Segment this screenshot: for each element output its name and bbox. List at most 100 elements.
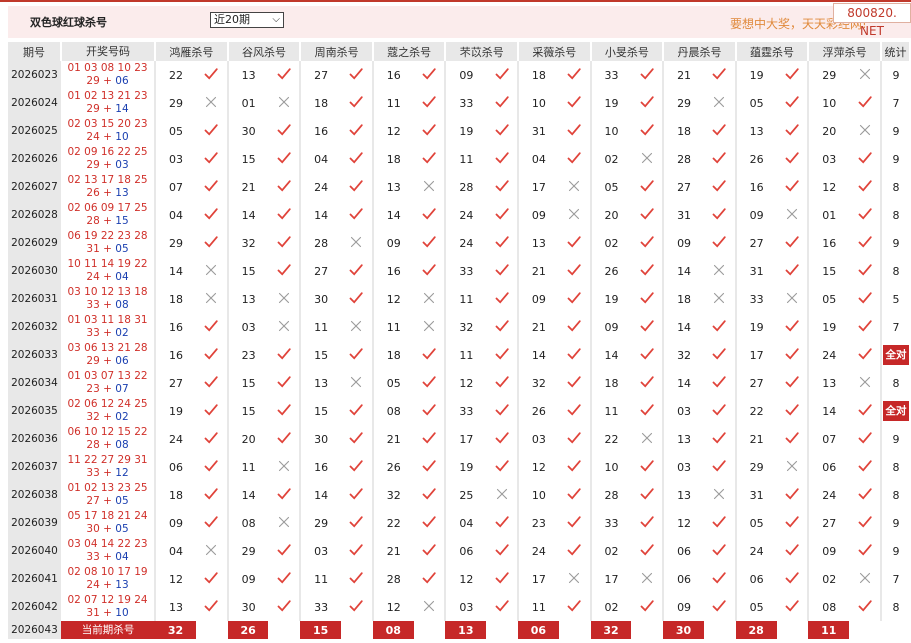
current-kill-number: 06 — [518, 621, 559, 639]
kill-pick-result — [631, 117, 663, 145]
check-icon — [640, 123, 654, 137]
check-icon — [495, 599, 509, 613]
kill-pick-result — [268, 509, 300, 537]
kill-pick-number: 13 — [517, 229, 559, 257]
kill-pick-result — [341, 425, 373, 453]
issue-number: 2026033 — [8, 341, 61, 369]
kill-pick-result — [268, 257, 300, 285]
kill-pick-number: 33 — [444, 89, 487, 117]
check-icon — [422, 207, 436, 221]
kill-pick-number: 27 — [807, 509, 850, 537]
kill-pick-result — [631, 341, 663, 369]
row-stat: 7 — [879, 313, 910, 341]
kill-pick-number: 13 — [734, 117, 777, 145]
kill-pick-number: 27 — [734, 229, 777, 257]
kill-pick-number: 31 — [734, 257, 777, 285]
kill-pick-number: 11 — [299, 313, 342, 341]
check-icon — [204, 515, 218, 529]
cross-icon — [712, 487, 726, 501]
kill-pick-result — [559, 341, 591, 369]
blue-ball: 06 — [115, 355, 129, 367]
kill-pick-number: 29 — [662, 89, 704, 117]
red-ball-last: 27 + — [86, 495, 116, 507]
row-stat: 8 — [879, 201, 910, 229]
period-select[interactable]: 近20期 ⌵ — [210, 12, 284, 28]
cross-icon — [640, 151, 654, 165]
kill-pick-number: 24 — [444, 201, 487, 229]
kill-pick-result — [341, 369, 373, 397]
red-ball-last: 24 + — [86, 131, 116, 143]
check-icon — [349, 263, 364, 277]
kill-pick-number: 09 — [444, 61, 487, 89]
current-kill-number: 08 — [372, 621, 414, 639]
kill-pick-result — [631, 425, 663, 453]
check-icon — [858, 487, 872, 501]
draw-numbers: 01 02 13 21 23 29 + 14 — [61, 89, 155, 117]
check-icon — [712, 151, 727, 165]
row-stat: 9 — [879, 145, 910, 173]
draw-numbers: 02 13 17 18 25 26 + 13 — [61, 173, 155, 201]
empty-cell — [849, 621, 881, 639]
draw-numbers: 03 10 12 13 18 33 + 08 — [61, 285, 155, 313]
kill-number-table: 期号 开奖号码 鸿雁杀号 谷风杀号 周南杀号 蔻之杀号 芣苡杀号 采薇杀号 小旻杀号 丹晨杀号 蕴霆… — [8, 42, 911, 639]
col-header-expert: 蔻之杀号 — [372, 42, 447, 61]
kill-pick-result — [777, 509, 809, 537]
table-row: 2026025 02 03 15 20 23 24 + 10 05 30 16 12 19 31… — [8, 117, 910, 145]
cross-icon — [277, 319, 291, 333]
kill-pick-result — [486, 117, 518, 145]
kill-pick-number: 24 — [299, 173, 342, 201]
kill-pick-result — [268, 173, 300, 201]
kill-pick-number: 19 — [734, 313, 777, 341]
kill-pick-number: 12 — [517, 453, 559, 481]
kill-pick-result — [414, 89, 446, 117]
check-icon — [277, 487, 291, 501]
check-icon — [785, 123, 799, 137]
kill-pick-result — [849, 593, 881, 621]
kill-pick-number: 24 — [154, 425, 196, 453]
red-ball-last: 24 + — [86, 271, 116, 283]
kill-pick-number: 18 — [662, 285, 704, 313]
kill-pick-number: 10 — [589, 117, 632, 145]
kill-pick-number: 17 — [517, 565, 559, 593]
cross-icon — [277, 291, 291, 305]
kill-pick-result — [196, 173, 228, 201]
kill-pick-result — [486, 565, 518, 593]
draw-numbers: 06 19 22 23 28 31 + 05 — [61, 229, 155, 257]
kill-pick-result — [777, 145, 809, 173]
kill-pick-number: 28 — [589, 481, 632, 509]
kill-pick-number: 24 — [517, 537, 559, 565]
kill-pick-number: 01 — [226, 89, 269, 117]
check-icon — [567, 151, 581, 165]
kill-pick-number: 13 — [807, 369, 850, 397]
kill-pick-result — [704, 397, 736, 425]
draw-numbers: 02 09 16 22 25 29 + 03 — [61, 145, 155, 173]
kill-pick-result — [486, 593, 518, 621]
check-icon — [495, 347, 509, 361]
kill-pick-number: 26 — [517, 397, 559, 425]
kill-pick-number: 29 — [734, 453, 777, 481]
cross-icon — [277, 515, 291, 529]
kill-pick-result — [268, 397, 300, 425]
kill-pick-number: 33 — [444, 397, 487, 425]
kill-pick-result — [849, 369, 881, 397]
kill-pick-number: 14 — [517, 341, 559, 369]
draw-line-2: 31 + 05 — [61, 243, 154, 256]
current-kill-number: 15 — [300, 621, 342, 639]
kill-pick-result — [704, 173, 736, 201]
kill-pick-result — [777, 425, 809, 453]
kill-pick-result — [559, 397, 591, 425]
check-icon — [349, 459, 364, 473]
kill-pick-result — [196, 593, 228, 621]
kill-pick-result — [559, 509, 591, 537]
draw-line-2: 31 + 10 — [61, 607, 154, 620]
check-icon — [349, 571, 364, 585]
kill-pick-number: 05 — [371, 369, 414, 397]
kill-pick-number: 08 — [807, 593, 850, 621]
kill-pick-result — [268, 369, 300, 397]
check-icon — [349, 543, 364, 557]
blue-ball: 05 — [115, 523, 129, 535]
check-icon — [422, 571, 436, 585]
draw-numbers: 02 03 15 20 23 24 + 10 — [61, 117, 155, 145]
kill-pick-result — [777, 453, 809, 481]
kill-pick-result — [704, 425, 736, 453]
